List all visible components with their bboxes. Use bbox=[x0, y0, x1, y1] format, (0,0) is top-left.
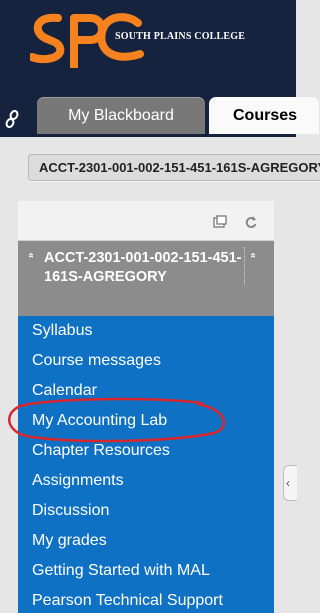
menu-item-assignments[interactable]: Assignments bbox=[18, 466, 274, 496]
course-breadcrumb[interactable]: ACCT-2301-001-002-151-451-161S-AGREGORY bbox=[28, 154, 320, 181]
sidebar-toolbar bbox=[18, 201, 274, 241]
chevron-left-icon: ‹ bbox=[286, 476, 290, 490]
course-menu: Syllabus Course messages Calendar My Acc… bbox=[18, 316, 274, 613]
tab-courses[interactable]: Courses bbox=[209, 97, 319, 134]
menu-item-getting-started-mal[interactable]: Getting Started with MAL bbox=[18, 556, 274, 586]
refresh-icon[interactable] bbox=[244, 215, 258, 229]
menu-item-chapter-resources[interactable]: Chapter Resources bbox=[18, 436, 274, 466]
window-icon[interactable] bbox=[213, 215, 227, 229]
site-header: SOUTH PLAINS COLLEGE bbox=[0, 0, 296, 103]
header-divider bbox=[244, 247, 245, 285]
menu-item-course-messages[interactable]: Course messages bbox=[18, 346, 274, 376]
expand-caret-icon: » bbox=[25, 252, 37, 259]
menu-item-pearson-technical-support[interactable]: Pearson Technical Support bbox=[18, 586, 274, 613]
menu-item-my-accounting-lab[interactable]: My Accounting Lab bbox=[18, 406, 274, 436]
college-name: SOUTH PLAINS COLLEGE bbox=[115, 31, 246, 42]
menu-item-my-grades[interactable]: My grades bbox=[18, 526, 274, 556]
menu-item-syllabus[interactable]: Syllabus bbox=[18, 316, 274, 346]
menu-item-discussion[interactable]: Discussion bbox=[18, 496, 274, 526]
course-menu-sidebar: » ACCT-2301-001-002-151-451-161S-AGREGOR… bbox=[18, 201, 274, 613]
sidebar-toggle-handle[interactable]: ‹ bbox=[283, 465, 297, 501]
course-title-header[interactable]: » ACCT-2301-001-002-151-451-161S-AGREGOR… bbox=[18, 241, 274, 316]
course-title: ACCT-2301-001-002-151-451-161S-AGREGORY bbox=[44, 250, 242, 285]
menu-item-calendar[interactable]: Calendar bbox=[18, 376, 274, 406]
collapse-caret-icon[interactable]: » bbox=[247, 253, 258, 259]
tab-my-blackboard[interactable]: My Blackboard bbox=[37, 97, 205, 134]
link-icon[interactable] bbox=[5, 110, 19, 128]
